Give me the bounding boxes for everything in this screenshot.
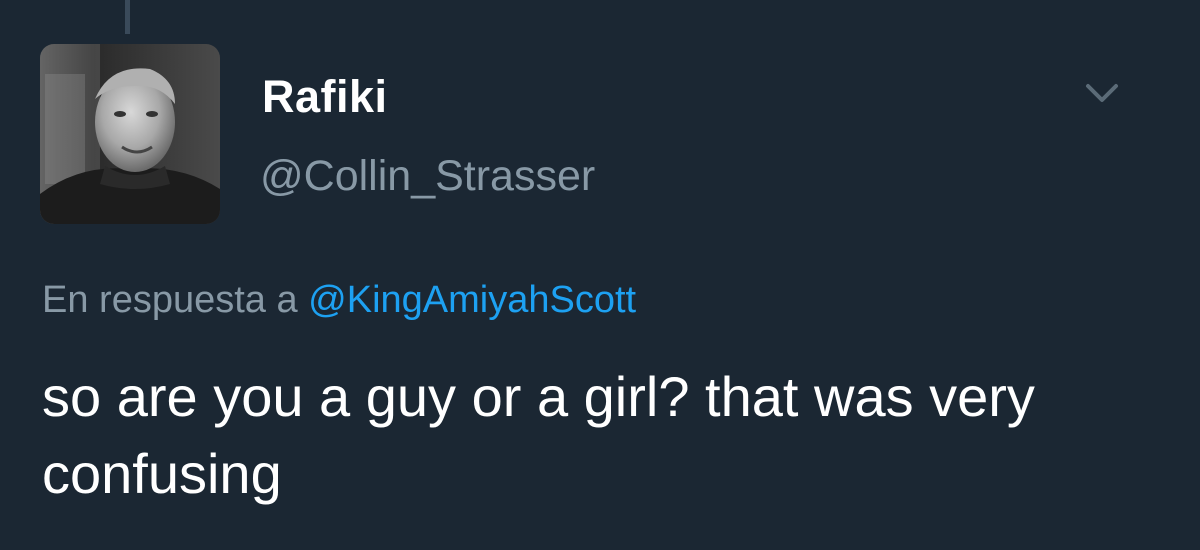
avatar[interactable] <box>40 44 220 224</box>
author-handle[interactable]: @Collin_Strasser <box>260 155 595 198</box>
user-photo-avatar-icon <box>40 44 220 224</box>
reply-prefix-label: En respuesta a <box>42 279 298 321</box>
reply-context: En respuesta a @KingAmiyahScott <box>42 281 636 319</box>
thread-connector-line <box>125 0 130 34</box>
chevron-down-icon[interactable] <box>1082 80 1122 106</box>
author-display-name[interactable]: Rafiki <box>262 74 388 119</box>
tweet-text: so are you a guy or a girl? that was ver… <box>42 365 1035 505</box>
reply-mention-link[interactable]: @KingAmiyahScott <box>308 279 636 321</box>
